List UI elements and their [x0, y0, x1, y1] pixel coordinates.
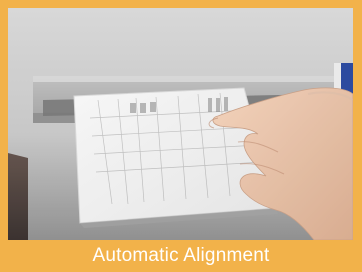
caption: Automatic Alignment — [92, 245, 270, 266]
scanner-photo — [8, 8, 353, 240]
card-frame: Automatic Alignment — [0, 0, 362, 272]
hand-inserting-card-icon — [8, 8, 353, 240]
